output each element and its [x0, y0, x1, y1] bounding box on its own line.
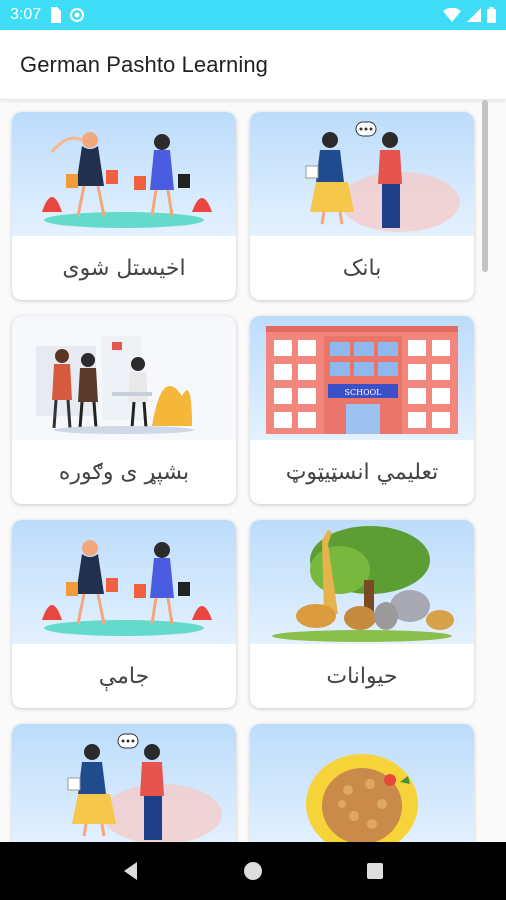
category-card[interactable]: بانک: [250, 112, 474, 300]
back-icon[interactable]: [111, 851, 151, 891]
shopping-illustration: [12, 112, 236, 236]
system-nav-bar: [0, 842, 506, 900]
category-label: حیوانات: [326, 663, 398, 689]
category-label: تعلیمي انسټیټوټ: [285, 459, 439, 485]
category-card[interactable]: جامې: [12, 520, 236, 708]
status-time: 3:07: [10, 6, 42, 23]
svg-text:SCHOOL: SCHOOL: [344, 388, 382, 397]
category-label: بانک: [342, 255, 382, 281]
signal-icon: [467, 8, 481, 22]
category-list[interactable]: اخیستل شوی بانک بشپړ ی وګوره SCHOOL تعلی…: [0, 100, 506, 842]
battery-icon: [487, 7, 496, 23]
recents-icon[interactable]: [355, 851, 395, 891]
data-saver-icon: [69, 7, 85, 23]
home-icon[interactable]: [233, 851, 273, 891]
conversation-illustration: [12, 724, 236, 842]
category-card[interactable]: [12, 724, 236, 842]
sim-card-icon: [49, 7, 62, 23]
office-meeting-illustration: [12, 316, 236, 440]
category-card[interactable]: SCHOOL تعلیمي انسټیټوټ: [250, 316, 474, 504]
category-card[interactable]: بشپړ ی وګوره: [12, 316, 236, 504]
shopping-illustration: [12, 520, 236, 644]
status-bar: 3:07: [0, 0, 506, 30]
category-card[interactable]: حیوانات: [250, 520, 474, 708]
category-card[interactable]: [250, 724, 474, 842]
wifi-icon: [443, 8, 461, 22]
scrollbar-thumb[interactable]: [482, 100, 488, 272]
app-bar: German Pashto Learning: [0, 30, 506, 100]
category-label: بشپړ ی وګوره: [58, 459, 190, 485]
category-label: جامې: [98, 663, 150, 689]
category-label: اخیستل شوی: [62, 255, 186, 281]
category-card[interactable]: اخیستل شوی: [12, 112, 236, 300]
app-title: German Pashto Learning: [20, 51, 269, 77]
conversation-illustration: [250, 112, 474, 236]
school-building-illustration: SCHOOL: [250, 316, 474, 440]
food-plate-illustration: [250, 724, 474, 842]
animals-illustration: [250, 520, 474, 644]
